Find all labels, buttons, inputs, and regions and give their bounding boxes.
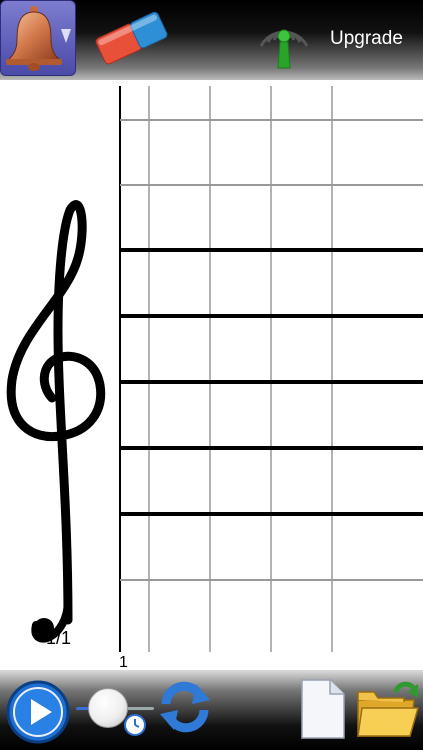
new-document-icon[interactable] — [298, 678, 346, 740]
bell-icon — [6, 6, 62, 71]
antenna-icon[interactable] — [254, 12, 314, 70]
treble-clef-icon — [6, 200, 106, 643]
play-button[interactable] — [6, 680, 70, 744]
open-folder-icon[interactable] — [356, 678, 420, 740]
clock-icon — [124, 714, 146, 736]
bottom-toolbar — [0, 670, 423, 750]
top-toolbar: Upgrade — [0, 0, 423, 80]
chevron-down-icon — [61, 29, 71, 43]
music-sheet[interactable]: 1/1 1 — [0, 80, 423, 671]
eraser-icon[interactable] — [92, 6, 172, 72]
instrument-selector-button[interactable] — [0, 0, 76, 76]
upgrade-button[interactable]: Upgrade — [330, 28, 403, 50]
staff-grid — [6, 86, 423, 652]
tempo-slider-thumb[interactable] — [88, 688, 128, 728]
loop-arrows-icon[interactable] — [156, 678, 214, 736]
page-counter: 1/1 — [46, 628, 72, 648]
